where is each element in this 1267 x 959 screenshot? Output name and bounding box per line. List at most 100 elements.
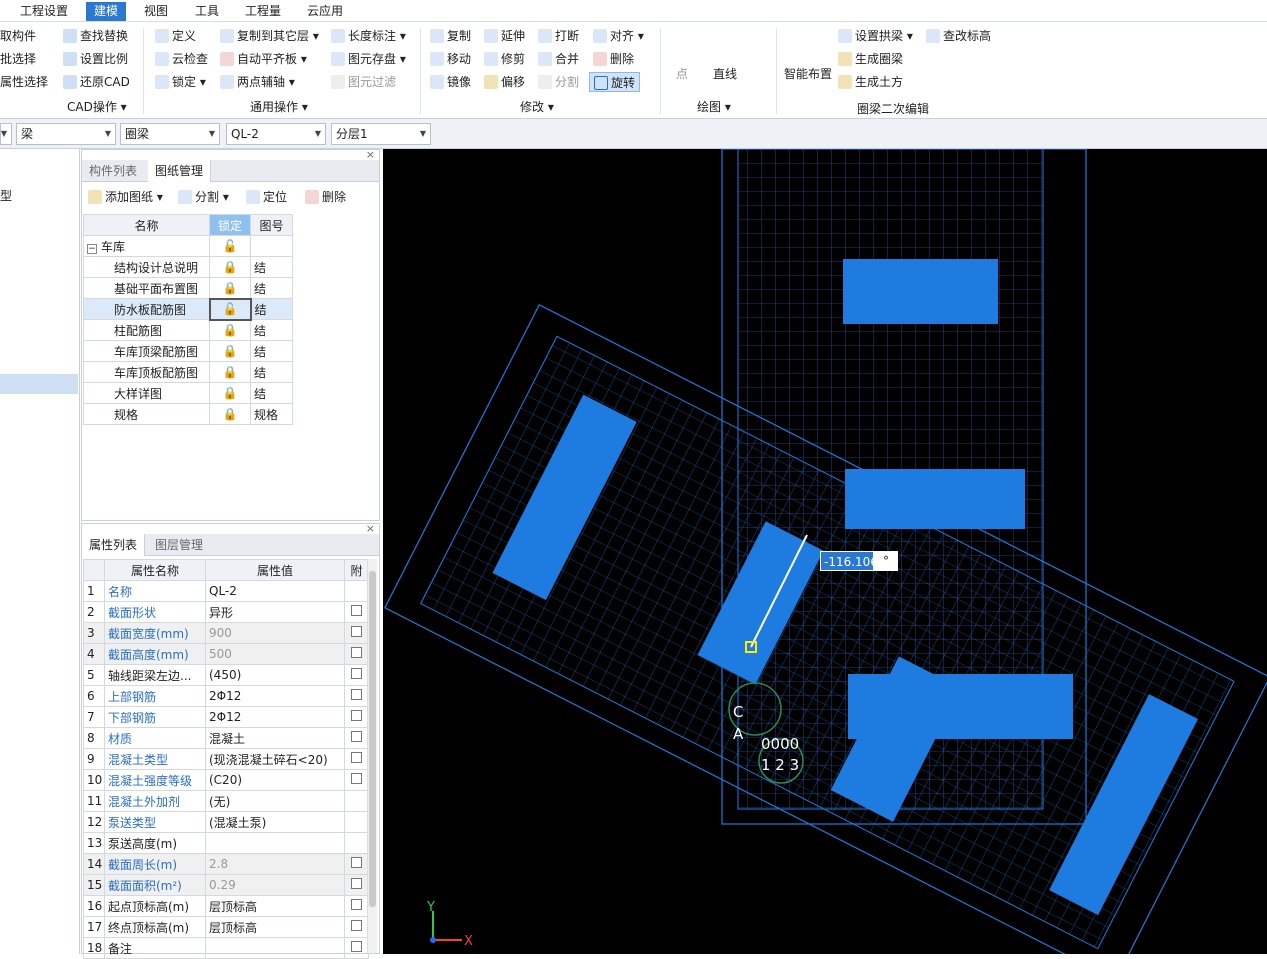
line-button[interactable]: 直线 <box>713 64 737 84</box>
tab-drawing-management[interactable]: 图纸管理 <box>148 160 212 182</box>
tab-view[interactable]: 视图 <box>136 2 176 21</box>
table-row[interactable]: 基础平面布置图 🔒 结 <box>83 277 293 299</box>
attach-checkbox[interactable] <box>351 878 362 889</box>
table-row[interactable]: 3 截面宽度(mm) 900 <box>83 622 369 644</box>
set-arch-beam-button[interactable]: 设置拱梁 ▾ <box>838 26 913 46</box>
table-row[interactable]: 车库顶梁配筋图 🔒 结 <box>83 340 293 362</box>
table-row[interactable]: 7 下部钢筋 2Φ12 <box>83 706 369 728</box>
tab-layer-management[interactable]: 图层管理 <box>148 534 210 556</box>
attach-checkbox[interactable] <box>351 941 362 952</box>
attach-checkbox[interactable] <box>351 857 362 868</box>
scrollbar[interactable] <box>367 559 377 953</box>
attribute-select-button[interactable]: 属性选择 <box>0 72 48 92</box>
find-replace-button[interactable]: 查找替换 <box>63 26 128 46</box>
col-lock[interactable]: 锁定 <box>209 214 251 236</box>
pick-component-button[interactable]: 取构件 <box>0 26 36 46</box>
attach-checkbox[interactable] <box>351 920 362 931</box>
table-row[interactable]: 规格 🔒 规格 <box>83 403 293 425</box>
locate-button[interactable]: 定位 <box>246 187 287 207</box>
break-button[interactable]: 打断 <box>538 26 579 46</box>
rotate-button[interactable]: 旋转 <box>589 72 641 92</box>
split-drawing-button[interactable]: 分割 ▾ <box>178 187 229 207</box>
table-row[interactable]: 结构设计总说明 🔒 结 <box>83 256 293 278</box>
align-button[interactable]: 对齐 ▾ <box>593 26 644 46</box>
extend-button[interactable]: 延伸 <box>484 26 525 46</box>
table-row[interactable]: 2 截面形状 异形 <box>83 601 369 623</box>
table-row[interactable]: 车库顶板配筋图 🔒 结 <box>83 361 293 383</box>
lock-icon[interactable]: 🔒 <box>209 340 251 362</box>
lock-icon[interactable]: 🔒 <box>209 256 251 278</box>
table-row[interactable]: 1 名称 QL-2 <box>83 580 369 602</box>
lock-button[interactable]: 锁定 ▾ <box>155 72 206 92</box>
copy-button[interactable]: 复制 <box>430 26 471 46</box>
table-row[interactable]: 12 泵送类型 (混凝土泵) <box>83 811 369 833</box>
change-top-elevation-button[interactable]: 查改标高 <box>926 26 991 46</box>
col-name[interactable]: 名称 <box>83 214 210 236</box>
table-row[interactable]: 大样详图 🔒 结 <box>83 382 293 404</box>
two-point-axis-button[interactable]: 两点辅轴 ▾ <box>220 72 295 92</box>
table-row[interactable]: 11 混凝土外加剂 (无) <box>83 790 369 812</box>
category-select[interactable]: 梁 ▼ <box>16 123 116 145</box>
mirror-button[interactable]: 镜像 <box>430 72 471 92</box>
table-row[interactable]: 14 截面周长(m) 2.8 <box>83 853 369 875</box>
property-value[interactable]: 900 <box>205 622 345 644</box>
property-value[interactable]: 2Φ12 <box>205 706 345 728</box>
length-dimension-button[interactable]: 长度标注 ▾ <box>331 26 406 46</box>
attach-checkbox[interactable] <box>351 899 362 910</box>
property-value[interactable]: (无) <box>205 790 345 812</box>
lock-icon[interactable]: 🔒 <box>209 277 251 299</box>
table-row[interactable]: 8 材质 混凝土 <box>83 727 369 749</box>
batch-select-button[interactable]: 批选择 <box>0 49 36 69</box>
draw-group-label[interactable]: 绘图 ▾ <box>697 98 731 115</box>
property-value[interactable]: 500 <box>205 643 345 665</box>
property-value[interactable] <box>205 937 345 959</box>
property-value[interactable]: 层顶标高 <box>205 895 345 917</box>
general-group-label[interactable]: 通用操作 ▾ <box>250 98 308 115</box>
table-row[interactable]: 4 截面高度(mm) 500 <box>83 643 369 665</box>
modify-group-label[interactable]: 修改 ▾ <box>520 98 554 115</box>
point-button[interactable]: 点 <box>676 64 688 84</box>
attach-checkbox[interactable] <box>351 731 362 742</box>
offset-button[interactable]: 偏移 <box>484 72 525 92</box>
set-scale-button[interactable]: 设置比例 <box>63 49 128 69</box>
attach-checkbox[interactable] <box>351 689 362 700</box>
lock-icon[interactable]: 🔒 <box>209 403 251 425</box>
unlock-icon[interactable]: 🔓 <box>209 235 251 257</box>
nav-selected-row[interactable] <box>0 374 78 394</box>
generate-earthwork-button[interactable]: 生成土方 <box>838 72 903 92</box>
table-row[interactable]: 10 混凝土强度等级 (C20) <box>83 769 369 791</box>
table-row[interactable]: 18 备注 <box>83 937 369 959</box>
col-number[interactable]: 图号 <box>250 214 293 236</box>
component-select[interactable]: QL-2 ▼ <box>226 123 326 145</box>
table-row[interactable]: 17 终点顶标高(m) 层顶标高 <box>83 916 369 938</box>
element-filter-button[interactable]: 图元过滤 <box>331 72 396 92</box>
nav-item[interactable]: 型 <box>0 187 12 204</box>
property-value[interactable]: 混凝土 <box>205 727 345 749</box>
table-row[interactable]: 9 混凝土类型 (现浇混凝土碎石<20) <box>83 748 369 770</box>
attach-checkbox[interactable] <box>351 710 362 721</box>
move-button[interactable]: 移动 <box>430 49 471 69</box>
tab-project-settings[interactable]: 工程设置 <box>12 2 76 21</box>
attach-checkbox[interactable] <box>351 605 362 616</box>
element-save-button[interactable]: 图元存盘 ▾ <box>331 49 406 69</box>
table-row[interactable]: 13 泵送高度(m) <box>83 832 369 854</box>
copy-to-floor-button[interactable]: 复制到其它层 ▾ <box>220 26 319 46</box>
merge-button[interactable]: 合并 <box>538 49 579 69</box>
define-button[interactable]: 定义 <box>155 26 196 46</box>
property-value[interactable]: 0.29 <box>205 874 345 896</box>
type-select[interactable]: 圈梁 ▼ <box>120 123 220 145</box>
cad-group-label[interactable]: CAD操作 ▾ <box>67 98 127 115</box>
property-value[interactable]: 异形 <box>205 601 345 623</box>
property-value[interactable] <box>205 832 345 854</box>
attach-checkbox[interactable] <box>351 647 362 658</box>
property-value[interactable]: 层顶标高 <box>205 916 345 938</box>
table-row[interactable]: 5 轴线距梁左边... (450) <box>83 664 369 686</box>
lock-icon[interactable]: 🔒 <box>209 361 251 383</box>
property-value[interactable]: 2Φ12 <box>205 685 345 707</box>
add-drawing-button[interactable]: 添加图纸 ▾ <box>88 187 163 207</box>
property-value[interactable]: (现浇混凝土碎石<20) <box>205 748 345 770</box>
property-value[interactable]: 2.8 <box>205 853 345 875</box>
table-row[interactable]: 16 起点顶标高(m) 层顶标高 <box>83 895 369 917</box>
cloud-check-button[interactable]: 云检查 <box>155 49 208 69</box>
table-row[interactable]: 6 上部钢筋 2Φ12 <box>83 685 369 707</box>
